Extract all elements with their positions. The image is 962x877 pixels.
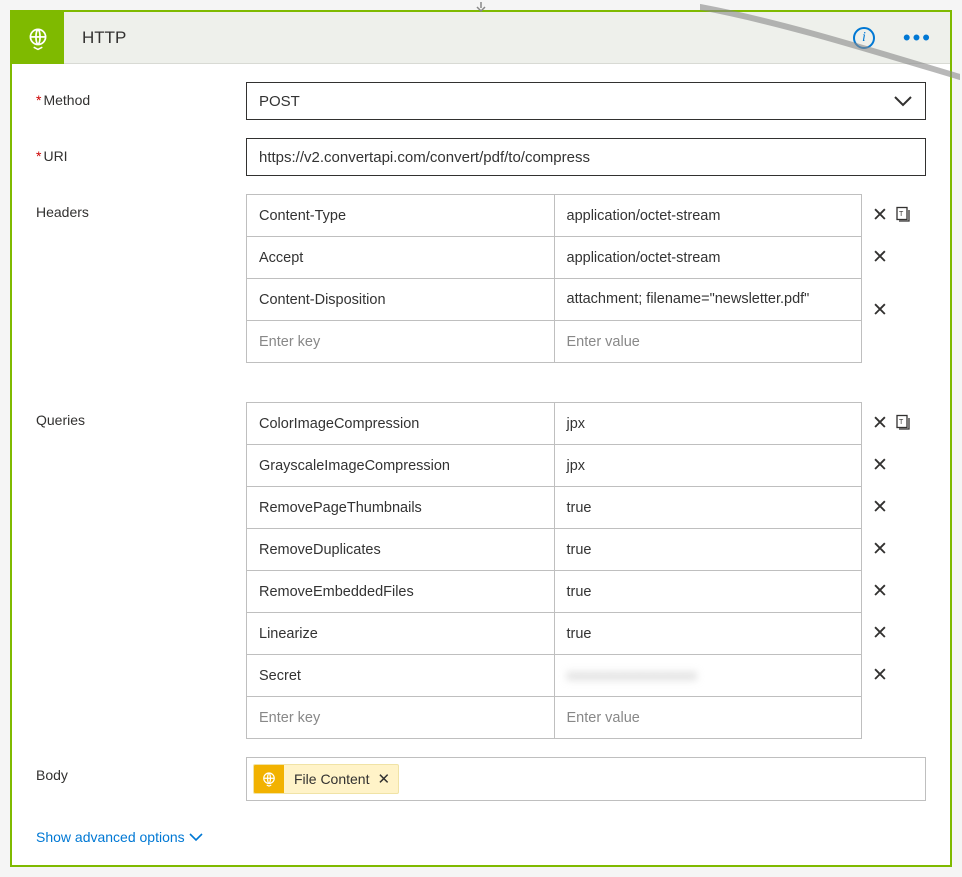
query-key-input[interactable]: RemoveDuplicates <box>247 529 555 571</box>
header-key-input[interactable]: Content-Type <box>247 195 555 237</box>
queries-row-actions: ✕ T ✕ ✕ ✕ ✕ <box>862 402 926 738</box>
svg-text:T: T <box>899 419 904 426</box>
delete-query-button[interactable]: ✕ <box>872 498 888 517</box>
globe-token-icon <box>254 764 284 794</box>
row-method: *Method POST <box>36 82 926 120</box>
query-key-placeholder[interactable]: Enter key <box>247 697 555 739</box>
table-row: Enter keyEnter value <box>247 697 862 739</box>
chevron-down-icon <box>189 832 203 842</box>
label-body: Body <box>36 757 246 783</box>
http-icon <box>12 12 64 64</box>
uri-value: https://v2.convertapi.com/convert/pdf/to… <box>259 149 590 166</box>
delete-header-button[interactable]: ✕ <box>872 301 888 320</box>
table-row: ColorImageCompressionjpx <box>247 403 862 445</box>
table-row: Secretxxxxxxxxxxxxxxxxxx <box>247 655 862 697</box>
table-row: Linearizetrue <box>247 613 862 655</box>
uri-input[interactable]: https://v2.convertapi.com/convert/pdf/to… <box>246 138 926 176</box>
query-value-input[interactable]: jpx <box>554 445 862 487</box>
query-key-input[interactable]: GrayscaleImageCompression <box>247 445 555 487</box>
table-row: GrayscaleImageCompressionjpx <box>247 445 862 487</box>
table-row: RemoveEmbeddedFilestrue <box>247 571 862 613</box>
query-value-input[interactable]: jpx <box>554 403 862 445</box>
query-key-input[interactable]: ColorImageCompression <box>247 403 555 445</box>
query-key-input[interactable]: RemoveEmbeddedFiles <box>247 571 555 613</box>
card-title: HTTP <box>82 28 853 48</box>
method-value: POST <box>259 93 300 110</box>
show-advanced-options-button[interactable]: Show advanced options <box>36 829 203 845</box>
switch-to-text-mode-button[interactable]: T <box>894 414 912 432</box>
table-row: RemovePageThumbnailstrue <box>247 487 862 529</box>
query-value-input[interactable]: true <box>554 571 862 613</box>
header-value-input[interactable]: application/octet-stream <box>554 195 862 237</box>
more-menu-button[interactable]: ••• <box>903 35 932 41</box>
query-value-input[interactable]: true <box>554 613 862 655</box>
delete-query-button[interactable]: ✕ <box>872 582 888 601</box>
method-select[interactable]: POST <box>246 82 926 120</box>
row-queries: Queries ColorImageCompressionjpx Graysca… <box>36 402 926 739</box>
chevron-down-icon <box>893 94 913 108</box>
header-key-placeholder[interactable]: Enter key <box>247 321 555 363</box>
headers-row-actions: ✕ T ✕ ✕ <box>862 194 926 384</box>
row-body: Body File Content <box>36 757 926 801</box>
delete-query-button[interactable]: ✕ <box>872 540 888 559</box>
connector-arrow-top-icon <box>474 2 488 12</box>
label-uri: *URI <box>36 138 246 164</box>
remove-token-button[interactable]: ✕ <box>377 770 398 788</box>
query-key-input[interactable]: RemovePageThumbnails <box>247 487 555 529</box>
query-key-input[interactable]: Linearize <box>247 613 555 655</box>
label-method: *Method <box>36 82 246 108</box>
header-value-input[interactable]: attachment; filename="newsletter.pdf" <box>554 279 862 321</box>
token-label: File Content <box>284 771 377 787</box>
table-row: Accept application/octet-stream <box>247 237 862 279</box>
header-key-input[interactable]: Content-Disposition <box>247 279 555 321</box>
delete-header-button[interactable]: ✕ <box>872 206 888 225</box>
row-headers: Headers Content-Type application/octet-s… <box>36 194 926 384</box>
switch-to-text-mode-button[interactable]: T <box>894 206 912 224</box>
label-queries: Queries <box>36 402 246 428</box>
dynamic-content-token[interactable]: File Content ✕ <box>253 764 399 794</box>
header-value-placeholder[interactable]: Enter value <box>554 321 862 363</box>
body-input[interactable]: File Content ✕ <box>246 757 926 801</box>
query-value-input[interactable]: true <box>554 487 862 529</box>
queries-table: ColorImageCompressionjpx GrayscaleImageC… <box>246 402 862 739</box>
delete-query-button[interactable]: ✕ <box>872 624 888 643</box>
delete-query-button[interactable]: ✕ <box>872 414 888 433</box>
delete-query-button[interactable]: ✕ <box>872 666 888 685</box>
row-uri: *URI https://v2.convertapi.com/convert/p… <box>36 138 926 176</box>
delete-header-button[interactable]: ✕ <box>872 248 888 267</box>
query-value-input-obscured[interactable]: xxxxxxxxxxxxxxxxxx <box>554 655 862 697</box>
header-value-input[interactable]: application/octet-stream <box>554 237 862 279</box>
delete-query-button[interactable]: ✕ <box>872 456 888 475</box>
http-action-card: HTTP i ••• *Method POST *URI https://v2.… <box>10 10 952 867</box>
table-row: RemoveDuplicatestrue <box>247 529 862 571</box>
table-row: Content-Type application/octet-stream <box>247 195 862 237</box>
info-icon[interactable]: i <box>853 27 875 49</box>
table-row: Content-Disposition attachment; filename… <box>247 279 862 321</box>
label-headers: Headers <box>36 194 246 220</box>
headers-table: Content-Type application/octet-stream Ac… <box>246 194 862 363</box>
query-key-input[interactable]: Secret <box>247 655 555 697</box>
card-header: HTTP i ••• <box>12 12 950 64</box>
header-key-input[interactable]: Accept <box>247 237 555 279</box>
table-row: Enter key Enter value <box>247 321 862 363</box>
svg-text:T: T <box>899 211 904 218</box>
query-value-placeholder[interactable]: Enter value <box>554 697 862 739</box>
advanced-label: Show advanced options <box>36 829 185 845</box>
query-value-input[interactable]: true <box>554 529 862 571</box>
